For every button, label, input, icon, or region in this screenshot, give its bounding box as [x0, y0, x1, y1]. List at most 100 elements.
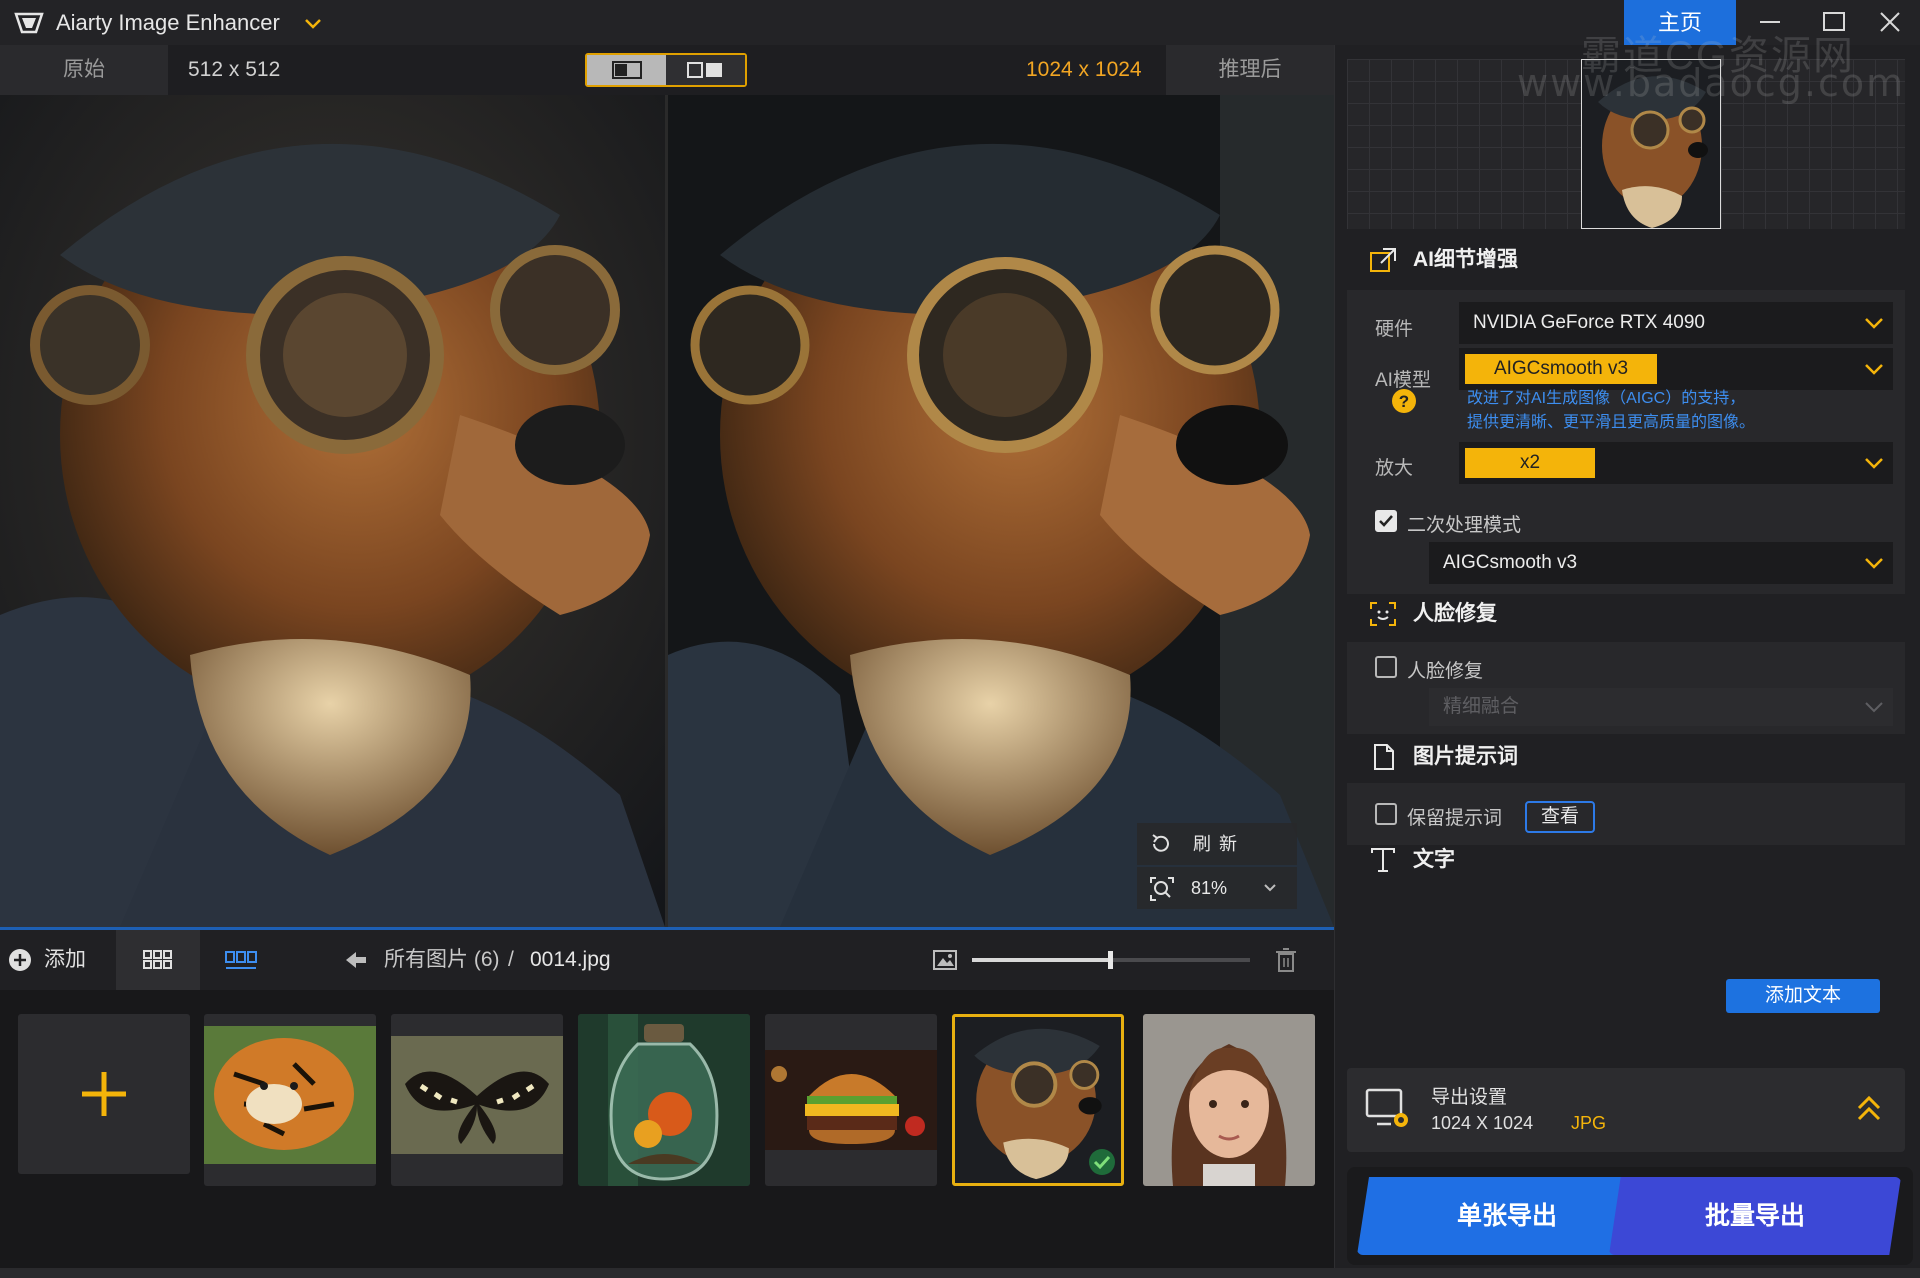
chevron-down-icon: [1865, 318, 1883, 329]
thumbnail-size-slider[interactable]: [972, 951, 1250, 969]
plus-icon: [82, 1072, 126, 1116]
section-title-text: 图片提示词: [1413, 745, 1518, 768]
watermark-url: www.badaocg.com: [1517, 61, 1906, 105]
plus-circle-icon: [9, 949, 31, 971]
scale-value: x2: [1465, 448, 1595, 478]
result-size: 1024 x 1024: [1026, 58, 1142, 81]
grid-icon: [143, 950, 172, 969]
add-text-button[interactable]: 添加文本: [1726, 979, 1880, 1013]
face-settings: 人脸修复 精细融合: [1347, 642, 1905, 734]
view-prompt-button[interactable]: 查看: [1525, 801, 1595, 833]
secondary-mode-checkbox[interactable]: [1375, 510, 1397, 532]
face-scan-icon: [1370, 602, 1396, 626]
text-section-title: 文字: [1335, 845, 1455, 875]
result-label: 推理后: [1166, 45, 1334, 95]
export-format: JPG: [1571, 1113, 1607, 1133]
back-arrow-icon[interactable]: [344, 949, 368, 971]
keep-prompt-checkbox[interactable]: [1375, 803, 1397, 825]
breadcrumb-separator: /: [508, 948, 514, 971]
thumbnail-butterfly[interactable]: [391, 1014, 563, 1186]
face-restore-label: 人脸修复: [1407, 661, 1484, 682]
zoom-value: 81%: [1191, 878, 1228, 898]
compare-divider[interactable]: [665, 95, 668, 927]
add-image-tile[interactable]: [18, 1014, 190, 1174]
chevron-down-icon: [1865, 458, 1883, 469]
thumbnail-burger[interactable]: [765, 1014, 937, 1186]
face-restore-checkbox[interactable]: [1375, 656, 1397, 678]
face-section-title: 人脸修复: [1335, 599, 1497, 629]
thumbnail-jar-terrarium[interactable]: [578, 1014, 750, 1186]
svg-text:?: ?: [1399, 392, 1409, 411]
strip-view-button[interactable]: [200, 930, 284, 990]
original-size: 512 x 512: [188, 58, 281, 81]
enhance-icon: [1370, 248, 1396, 272]
refresh-label: 刷新: [1193, 834, 1245, 854]
refresh-button[interactable]: 刷新: [1137, 823, 1297, 865]
chevron-down-icon: [1865, 558, 1883, 569]
prompt-settings: 保留提示词 查看: [1347, 783, 1905, 845]
thumbnail-steampunk-dog[interactable]: [952, 1014, 1124, 1186]
model-description-line2: 提供更清晰、更平滑且更高质量的图像。: [1467, 414, 1756, 431]
secondary-model-select[interactable]: AIGCsmooth v3: [1429, 542, 1893, 584]
portrait-image: [1143, 1014, 1315, 1186]
model-description-line1: 改进了对AI生成图像（AIGC）的支持，: [1467, 390, 1746, 407]
chevron-down-icon: [1865, 702, 1883, 713]
split-view-button[interactable]: [587, 55, 666, 85]
slider-handle[interactable]: [1108, 951, 1113, 969]
thumbnail-tiger[interactable]: [204, 1014, 376, 1186]
zoom-icon: [1150, 877, 1174, 901]
terrarium-image: [578, 1014, 750, 1186]
zoom-control[interactable]: 81%: [1137, 867, 1297, 909]
selected-check-icon: [1089, 1149, 1115, 1175]
prompt-section-title: 图片提示词: [1335, 742, 1518, 772]
ai-enhance-section-title: AI细节增强: [1335, 245, 1518, 275]
chevron-double-up-icon[interactable]: [1855, 1094, 1883, 1124]
ai-model-value: AIGCsmooth v3: [1465, 354, 1657, 384]
burger-image: [765, 1050, 937, 1150]
tiger-image: [204, 1026, 376, 1164]
export-settings[interactable]: 导出设置 1024 X 1024 JPG: [1347, 1068, 1905, 1152]
thumbnail-woman-portrait[interactable]: [1143, 1014, 1315, 1186]
hardware-label: 硬件: [1375, 319, 1414, 340]
export-settings-icon: [1365, 1088, 1408, 1127]
breadcrumb-current-file: 0014.jpg: [530, 948, 611, 971]
side-by-side-icon: [687, 62, 722, 78]
image-preview[interactable]: 刷新 81%: [0, 95, 1334, 927]
document-icon: [1374, 744, 1394, 770]
add-label: 添加: [44, 948, 86, 971]
trash-icon[interactable]: [1274, 947, 1298, 973]
view-mode-toggle: [585, 53, 747, 87]
refresh-icon: [1152, 834, 1169, 852]
secondary-mode-label: 二次处理模式: [1407, 515, 1522, 536]
app-logo-icon: [14, 12, 44, 34]
breadcrumb-all-images[interactable]: 所有图片 (6): [384, 930, 500, 990]
help-icon[interactable]: ?: [1391, 388, 1417, 414]
face-mode-value: 精细融合: [1443, 696, 1520, 717]
butterfly-image: [391, 1036, 563, 1154]
section-title-text: 人脸修复: [1413, 602, 1497, 625]
chevron-down-icon: [1865, 364, 1883, 375]
keep-prompt-label: 保留提示词: [1407, 808, 1503, 829]
close-icon[interactable]: [1872, 6, 1908, 38]
ai-enhance-settings: 硬件 NVIDIA GeForce RTX 4090 AI模型 AIGCsmoo…: [1347, 290, 1905, 594]
hardware-select[interactable]: NVIDIA GeForce RTX 4090: [1459, 302, 1893, 344]
face-mode-select: 精细融合: [1429, 688, 1893, 726]
section-title-text: 文字: [1413, 848, 1455, 871]
settings-panel: 霸道CG资源网 www.badaocg.com AI细节增强 硬件 NVIDIA…: [1334, 34, 1920, 1268]
side-by-side-view-button[interactable]: [666, 55, 745, 85]
split-view-icon: [612, 61, 642, 79]
filmstrip-icon: [225, 951, 257, 969]
grid-view-button[interactable]: [116, 930, 200, 990]
original-label: 原始: [0, 45, 168, 95]
image-size-icon: [933, 950, 957, 970]
add-images-button[interactable]: 添加: [0, 930, 116, 990]
scale-select[interactable]: x2: [1459, 442, 1893, 484]
batch-export-button[interactable]: 批量导出: [1609, 1177, 1901, 1255]
export-actions: 单张导出 批量导出: [1347, 1167, 1913, 1265]
image-gallery: [0, 990, 1334, 1268]
export-size: 1024 X 1024: [1431, 1113, 1534, 1133]
chevron-down-icon[interactable]: [302, 12, 324, 34]
status-strip: [0, 1268, 1920, 1278]
compare-header: 原始 512 x 512 1024 x 1024 推理后: [0, 45, 1334, 95]
gallery-toolbar: 添加 所有图片 (6) / 0014.jpg: [0, 930, 1334, 990]
